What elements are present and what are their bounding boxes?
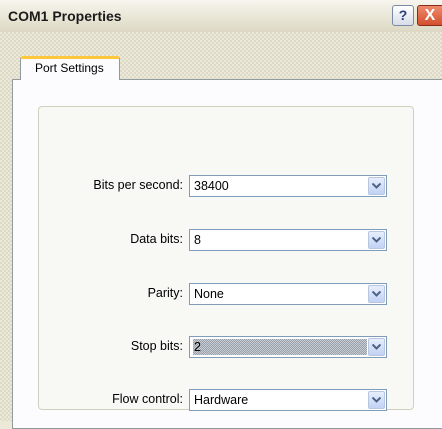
stop-bits-dropdown-button[interactable] <box>368 338 385 356</box>
bits-per-second-label: Bits per second: <box>93 178 183 192</box>
flow-control-label: Flow control: <box>112 392 183 406</box>
stop-bits-select[interactable]: 2 <box>189 336 387 358</box>
data-bits-dropdown-button[interactable] <box>368 231 385 249</box>
chevron-down-icon <box>372 291 381 297</box>
bits-per-second-value: 38400 <box>194 179 229 193</box>
chevron-down-icon <box>372 183 381 189</box>
title-bar[interactable]: COM1 Properties ? X <box>0 0 442 33</box>
parity-select[interactable]: None <box>189 283 387 305</box>
help-button[interactable]: ? <box>392 5 414 26</box>
flow-control-dropdown-button[interactable] <box>368 391 385 409</box>
bits-per-second-dropdown-button[interactable] <box>368 177 385 195</box>
bits-per-second-select[interactable]: 38400 <box>189 175 387 197</box>
question-mark-icon: ? <box>398 7 408 23</box>
parity-dropdown-button[interactable] <box>368 285 385 303</box>
data-bits-select[interactable]: 8 <box>189 229 387 251</box>
chevron-down-icon <box>372 397 381 403</box>
stop-bits-label: Stop bits: <box>130 339 183 353</box>
close-icon: X <box>424 7 436 24</box>
dialog-body: Port Settings Bits per second: 38400 Dat… <box>0 32 442 429</box>
data-bits-value: 8 <box>194 233 201 247</box>
flow-control-value: Hardware <box>194 393 249 407</box>
parity-value: None <box>194 287 224 301</box>
chevron-down-icon <box>372 344 381 350</box>
parity-label: Parity: <box>147 286 183 300</box>
chevron-down-icon <box>372 237 381 243</box>
close-button[interactable]: X <box>417 5 442 26</box>
stop-bits-value: 2 <box>194 340 201 354</box>
window-title: COM1 Properties <box>8 8 122 24</box>
tab-port-settings[interactable]: Port Settings <box>20 56 120 80</box>
flow-control-select[interactable]: Hardware <box>189 389 387 411</box>
tab-label: Port Settings <box>35 61 104 75</box>
focus-highlight <box>193 339 367 355</box>
data-bits-label: Data bits: <box>130 232 183 246</box>
settings-group: Bits per second: 38400 Data bits: 8 Pari… <box>38 106 414 411</box>
